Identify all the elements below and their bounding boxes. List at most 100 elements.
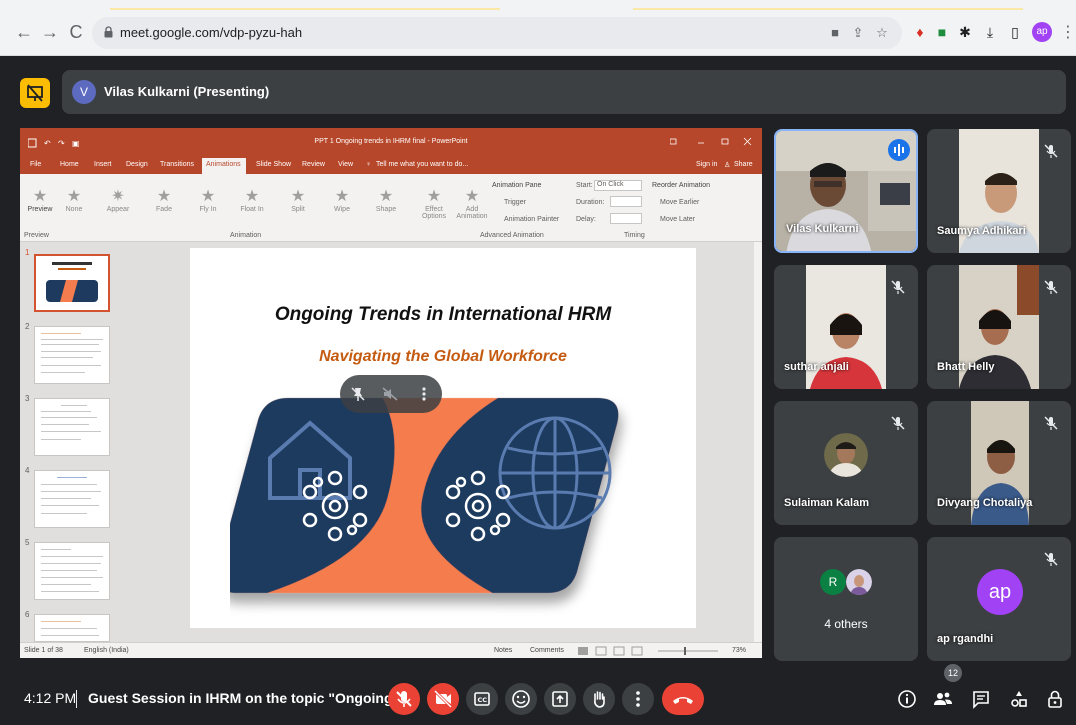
notes-button[interactable]: Notes — [494, 647, 512, 654]
participant-tile-saumya[interactable]: Saumya Adhikari — [927, 129, 1071, 253]
more-options-icon[interactable] — [416, 386, 432, 402]
slide-counter: Slide 1 of 38 — [24, 647, 63, 654]
add-animation-button[interactable]: ★ Add Animation — [452, 186, 492, 220]
share-page-icon[interactable]: ⇪ — [850, 25, 866, 41]
mute-presentation-audio-icon[interactable] — [382, 386, 398, 402]
window-controls-icon[interactable] — [670, 137, 756, 147]
address-bar[interactable]: meet.google.com/vdp-pyzu-hah ■ ⇪ ☆ — [92, 17, 902, 49]
trigger-button[interactable]: Trigger — [504, 199, 526, 206]
mic-toggle-button[interactable] — [388, 683, 420, 715]
forward-icon[interactable]: → — [40, 22, 60, 42]
anim-appear[interactable]: ✷ Appear — [98, 186, 138, 213]
delay-input[interactable] — [610, 213, 642, 224]
browser-menu-icon[interactable]: ⋮ — [1060, 22, 1076, 42]
raise-hand-button[interactable] — [583, 683, 615, 715]
zoom-level[interactable]: 73% — [732, 647, 746, 654]
present-now-button[interactable] — [544, 683, 576, 715]
more-options-button[interactable] — [622, 683, 654, 715]
view-zoom-controls-icon[interactable] — [578, 646, 728, 656]
anim-none[interactable]: ★ None — [54, 186, 94, 213]
anim-wipe[interactable]: ★ Wipe — [322, 186, 362, 213]
anim-fade[interactable]: ★ Fade — [144, 186, 184, 213]
side-panel-icon[interactable]: ▯ — [1007, 24, 1023, 40]
kebab-menu-icon — [636, 691, 640, 707]
participant-name: suthar anjali — [784, 361, 849, 373]
move-later-button[interactable]: Move Later — [660, 216, 695, 223]
ppt-tab-review[interactable]: Review — [302, 161, 325, 168]
ppt-tab-slideshow[interactable]: Slide Show — [256, 161, 291, 168]
tab-strip — [0, 0, 1076, 10]
mic-off-icon — [1044, 552, 1058, 566]
comments-button[interactable]: Comments — [530, 647, 564, 654]
sign-in-link[interactable]: Sign in — [696, 161, 717, 168]
ppt-tab-transitions[interactable]: Transitions — [160, 161, 194, 168]
presentation-pin-icon[interactable] — [20, 78, 50, 108]
participant-tile-bhatt[interactable]: Bhatt Helly — [927, 265, 1071, 389]
speaking-indicator-icon — [888, 139, 910, 161]
start-select[interactable]: On Click — [594, 180, 642, 191]
ppt-tab-view[interactable]: View — [338, 161, 353, 168]
url-text[interactable]: meet.google.com/vdp-pyzu-hah — [120, 25, 302, 40]
back-icon[interactable]: ← — [14, 22, 34, 42]
download-icon[interactable]: ⤓ — [982, 24, 998, 40]
chat-icon[interactable] — [970, 688, 992, 710]
leave-call-button[interactable] — [662, 683, 704, 715]
extensions-puzzle-icon[interactable]: ✱ — [957, 24, 973, 40]
anim-shape[interactable]: ★ Shape — [366, 186, 406, 213]
vertical-scrollbar[interactable] — [754, 242, 762, 642]
reactions-button[interactable] — [505, 683, 537, 715]
anim-split[interactable]: ★ Split — [278, 186, 318, 213]
meeting-info-icon[interactable] — [896, 688, 918, 710]
duration-input[interactable] — [610, 196, 642, 207]
animations-ribbon: ★ Preview ★ None ✷ Appear ★ Fade ★ Fly In ★ Fl… — [20, 174, 762, 242]
profile-avatar[interactable]: ap — [1032, 22, 1052, 42]
thumb-number: 4 — [25, 466, 30, 475]
anim-shape-icon: ★ — [378, 188, 394, 205]
ppt-tab-file[interactable]: File — [30, 161, 41, 168]
mic-off-icon — [1044, 144, 1058, 158]
people-icon[interactable] — [932, 688, 954, 710]
participant-name: Sulaiman Kalam — [784, 497, 869, 509]
move-earlier-button[interactable]: Move Earlier — [660, 199, 699, 206]
extension-chat-icon[interactable]: ■ — [934, 24, 950, 40]
bookmark-star-icon[interactable]: ☆ — [874, 25, 890, 41]
current-slide[interactable]: Ongoing Trends in International HRM Navi… — [190, 248, 696, 628]
unpin-icon[interactable] — [350, 386, 366, 402]
slide-thumb-6[interactable] — [34, 614, 110, 642]
ppt-tab-home[interactable]: Home — [60, 161, 79, 168]
slide-thumb-1[interactable] — [34, 254, 110, 312]
camera-indicator-icon[interactable]: ■ — [827, 25, 843, 41]
slide-thumb-4[interactable] — [34, 470, 110, 528]
participant-tile-vilas[interactable]: Vilas Kulkarni — [774, 129, 918, 253]
captions-button[interactable]: CC — [466, 683, 498, 715]
activities-icon[interactable] — [1008, 688, 1030, 710]
presenter-label: Vilas Kulkarni (Presenting) — [104, 84, 270, 99]
share-link[interactable]: Share — [734, 161, 753, 168]
mic-off-icon — [396, 691, 412, 707]
participant-name: Bhatt Helly — [937, 361, 995, 373]
participant-tile-others[interactable]: R 4 others — [774, 537, 918, 661]
slide-thumb-5[interactable] — [34, 542, 110, 600]
participant-tile-suthar[interactable]: suthar anjali — [774, 265, 918, 389]
extension-shield-icon[interactable]: ♦ — [912, 24, 928, 40]
anim-float-in[interactable]: ★ Float In — [232, 186, 272, 213]
mic-off-icon — [1044, 280, 1058, 294]
ppt-tab-design[interactable]: Design — [126, 161, 148, 168]
animation-pane-button[interactable]: Animation Pane — [492, 182, 541, 189]
slide-thumb-3[interactable] — [34, 398, 110, 456]
participant-tile-divyang[interactable]: Divyang Chotaliya — [927, 401, 1071, 525]
language-indicator[interactable]: English (India) — [84, 647, 129, 654]
camera-toggle-button[interactable] — [427, 683, 459, 715]
tell-me-box[interactable]: Tell me what you want to do... — [376, 161, 468, 168]
ppt-tab-insert[interactable]: Insert — [94, 161, 112, 168]
participant-tile-sulaiman[interactable]: Sulaiman Kalam — [774, 401, 918, 525]
animation-painter-button[interactable]: Animation Painter — [504, 216, 559, 223]
host-controls-lock-icon[interactable] — [1044, 688, 1066, 710]
effect-options-button[interactable]: ★ Effect Options — [414, 186, 454, 220]
participant-tile-ap-rgandhi[interactable]: ap ap rgandhi — [927, 537, 1071, 661]
slide-thumb-2[interactable] — [34, 326, 110, 384]
anim-fly-in[interactable]: ★ Fly In — [188, 186, 228, 213]
ppt-status-bar: Slide 1 of 38 English (India) Notes Comm… — [20, 642, 762, 658]
reload-icon[interactable]: C — [66, 22, 86, 42]
ppt-tab-animations[interactable]: Animations — [206, 161, 241, 168]
